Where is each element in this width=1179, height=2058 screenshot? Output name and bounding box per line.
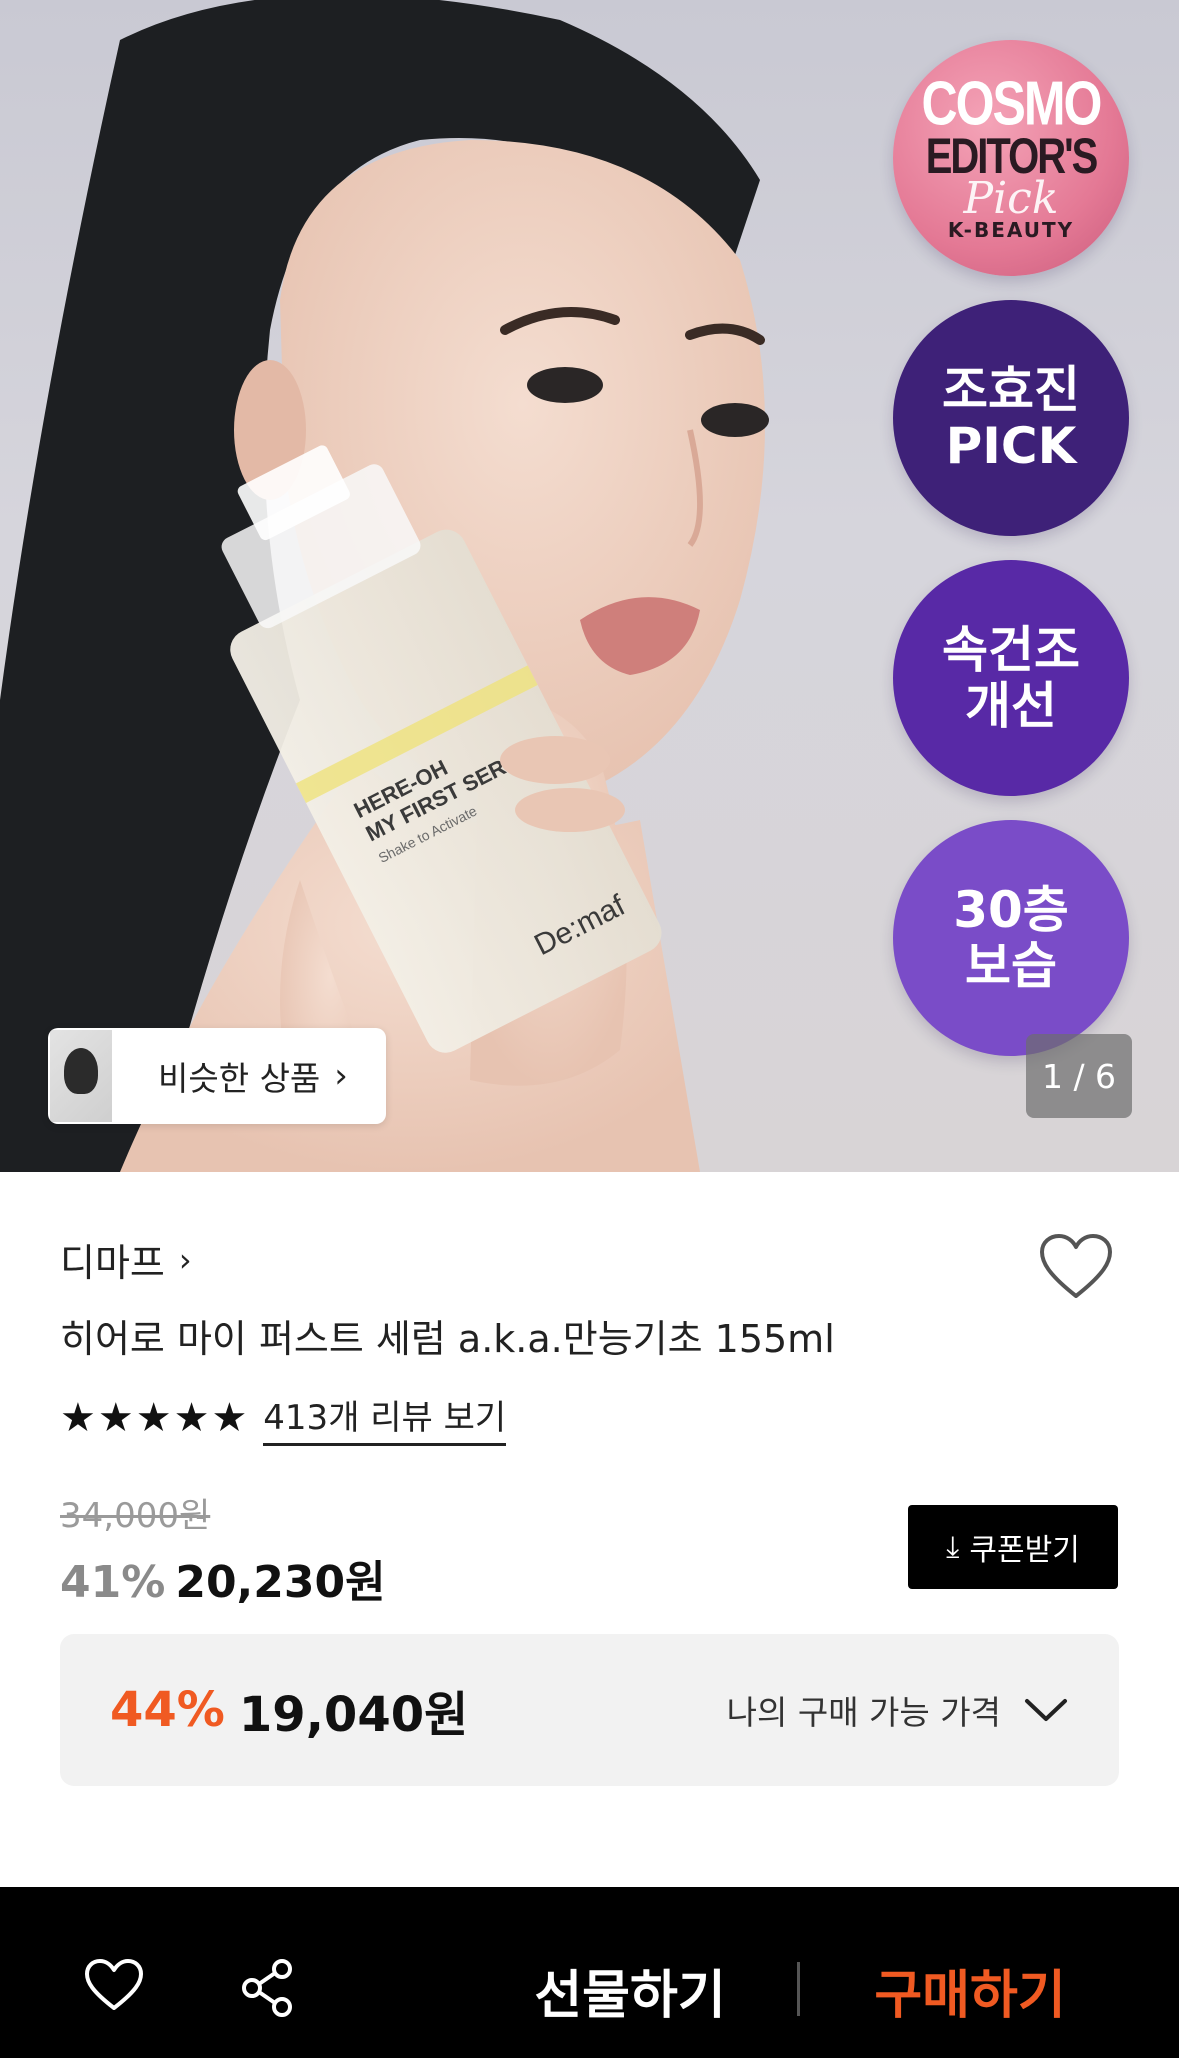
star-rating: ★ ★ ★ ★ ★ <box>60 1398 247 1438</box>
view-reviews-link[interactable]: 413개 리뷰 보기 <box>263 1390 507 1446</box>
badge-text: 조효진 PICK <box>942 361 1080 475</box>
product-title: 히어로 마이 퍼스트 세럼 a.k.a.만능기초 155ml <box>60 1317 835 1361</box>
badge-celebrity-pick: 조효진 PICK <box>893 300 1129 536</box>
price-row: 41% 20,230원 <box>60 1546 386 1610</box>
badge-text: 30층 보습 <box>953 881 1069 995</box>
download-icon: ⤓ <box>946 1529 960 1565</box>
badge-text: K-BEAUTY <box>947 217 1075 242</box>
similar-product-thumbnail <box>50 1030 114 1122</box>
divider <box>797 1962 800 2016</box>
badge-30-layer-moisture: 30층 보습 <box>893 820 1129 1056</box>
badge-inner-dryness: 속건조 개선 <box>893 560 1129 796</box>
gift-button[interactable]: 선물하기 <box>520 1955 740 2026</box>
my-best-price: 19,040원 <box>238 1687 469 1743</box>
star-icon: ★ <box>211 1395 248 1441</box>
get-coupon-button[interactable]: ⤓ 쿠폰받기 <box>908 1505 1118 1589</box>
my-price-label: 나의 구매 가능 가격 <box>726 1693 1001 1732</box>
wishlist-heart-icon[interactable] <box>84 1958 144 2014</box>
rating-row: ★ ★ ★ ★ ★ 413개 리뷰 보기 <box>60 1390 507 1446</box>
original-price: 34,000원 <box>60 1496 211 1536</box>
brand-link[interactable]: 디마프 › <box>60 1232 192 1287</box>
share-icon[interactable] <box>240 1958 296 2018</box>
my-discount-rate: 44% <box>110 1682 225 1738</box>
badge-text: COSMO <box>921 67 1103 138</box>
discount-rate: 41% <box>60 1557 166 1608</box>
chevron-down-icon <box>1025 1699 1067 1721</box>
chevron-right-icon: › <box>178 1240 192 1279</box>
star-icon: ★ <box>97 1395 134 1441</box>
similar-products-button[interactable]: 비슷한 상품 › <box>48 1028 386 1124</box>
brand-name: 디마프 <box>60 1241 165 1285</box>
my-best-price-panel[interactable]: 44% 19,040원 나의 구매 가능 가격 <box>60 1634 1119 1786</box>
product-image-carousel[interactable]: HERE-OH MY FIRST SERUM Shake to Activate… <box>0 0 1179 1172</box>
badge-text: 속건조 개선 <box>942 621 1080 735</box>
buy-button[interactable]: 구매하기 <box>860 1955 1080 2026</box>
similar-products-label: 비슷한 상품 <box>158 1059 321 1098</box>
sale-price: 20,230원 <box>175 1557 386 1608</box>
cosmo-editors-pick-badge: COSMO EDITOR'S Pick K-BEAUTY <box>893 40 1129 276</box>
star-icon: ★ <box>173 1395 210 1441</box>
coupon-button-label: 쿠폰받기 <box>969 1533 1080 1568</box>
chevron-right-icon: › <box>334 1056 348 1096</box>
heart-icon[interactable] <box>1038 1232 1114 1302</box>
image-page-counter: 1 / 6 <box>1026 1034 1132 1118</box>
badge-text: EDITOR'S <box>925 129 1099 185</box>
star-icon: ★ <box>135 1395 172 1441</box>
star-icon: ★ <box>60 1395 96 1441</box>
